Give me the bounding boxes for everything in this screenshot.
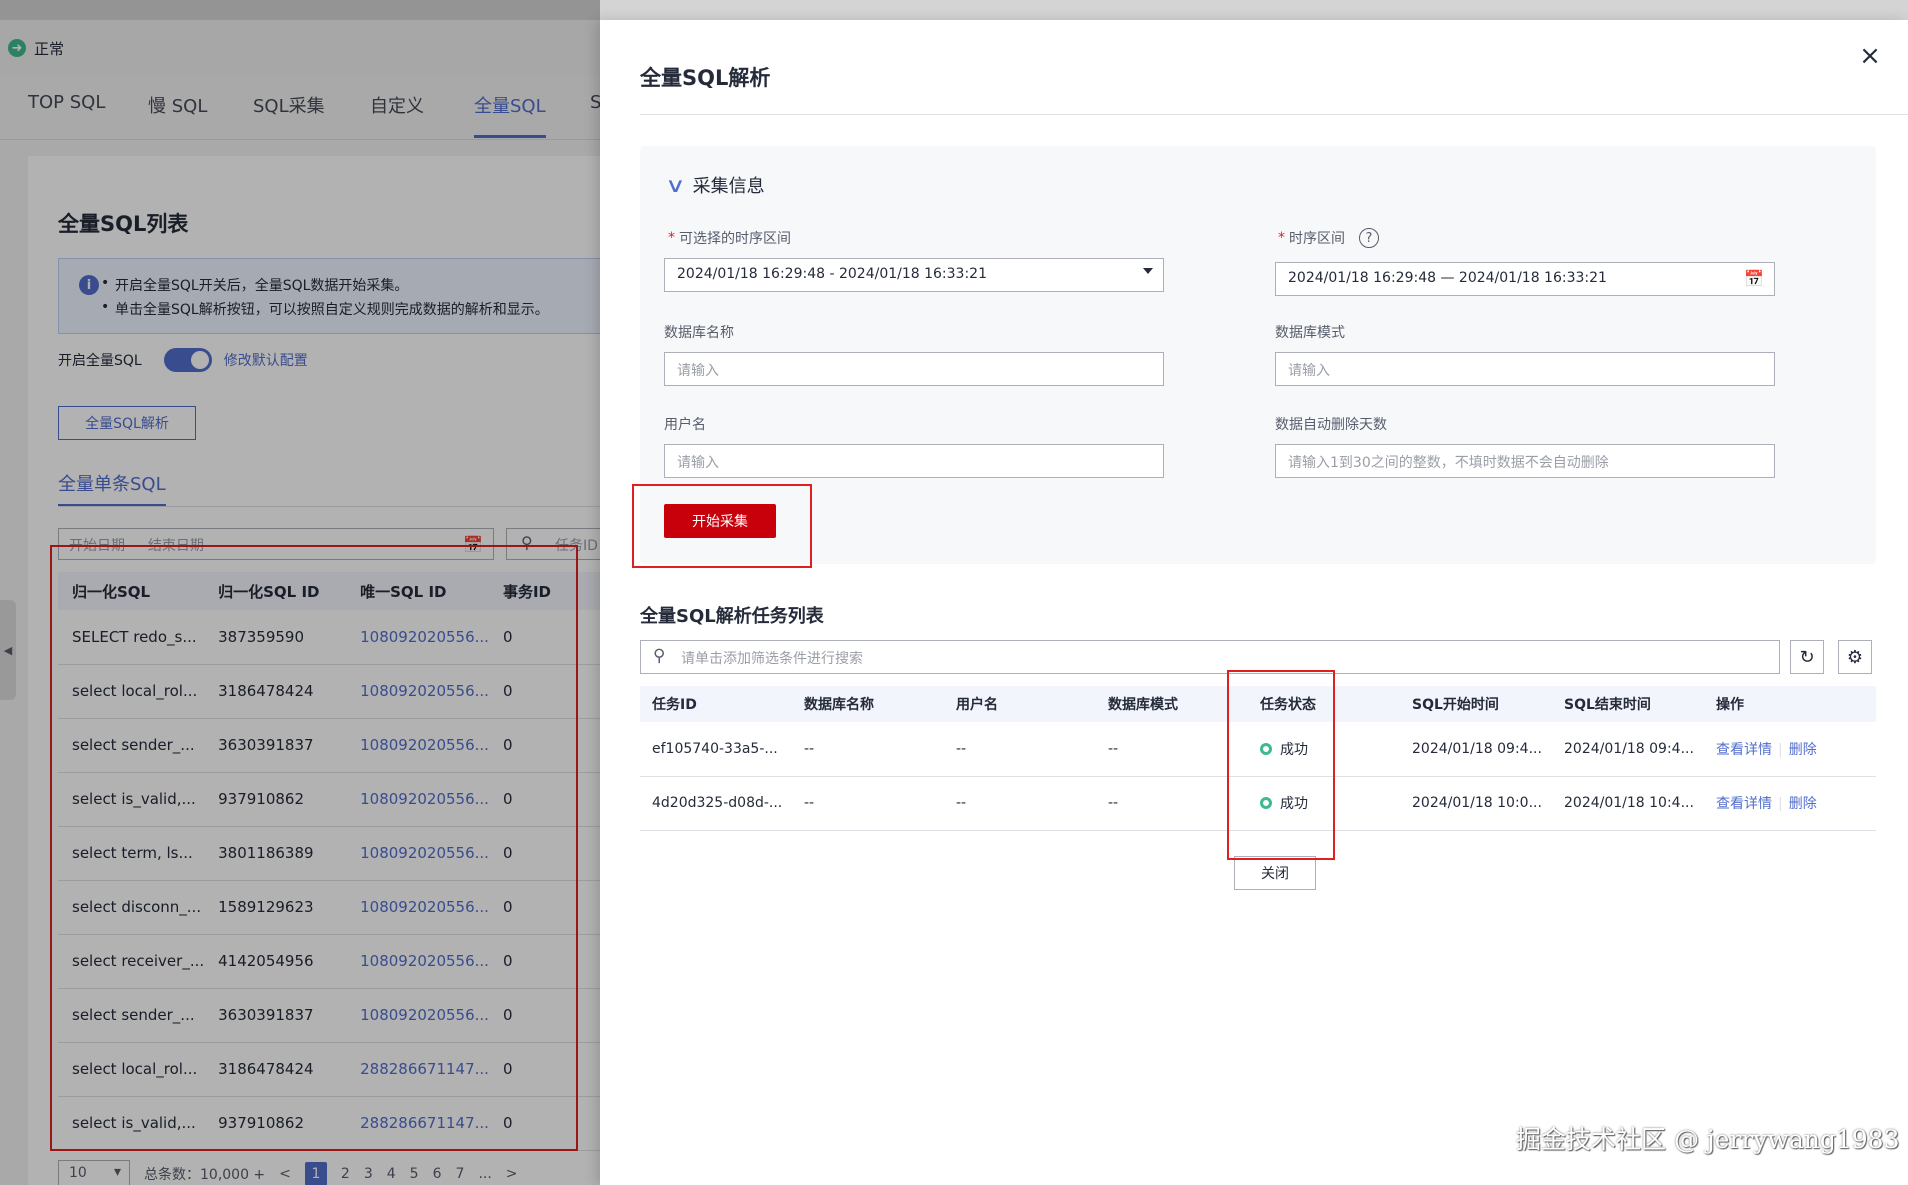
cell-sql-start: 2024/01/18 09:4... — [1400, 722, 1552, 777]
cell-sql-end: 2024/01/18 10:4... — [1552, 776, 1704, 831]
db-name-input[interactable]: 请输入 — [664, 352, 1164, 386]
help-icon[interactable]: ? — [1359, 228, 1379, 248]
close-icon[interactable]: × — [1854, 40, 1886, 72]
cell-username: -- — [944, 776, 1096, 831]
col-task-id: 任务ID — [640, 686, 792, 722]
task-list-title: 全量SQL解析任务列表 — [640, 606, 824, 627]
modal-overlay[interactable] — [0, 0, 600, 1185]
cell-db-schema: -- — [1096, 776, 1248, 831]
cell-task-id: ef105740-33a5-... — [640, 722, 792, 777]
time-range-value: 2024/01/18 16:29:48 — 2024/01/18 16:33:2… — [1288, 270, 1607, 286]
cell-actions: 查看详情 | 删除 — [1704, 722, 1876, 777]
cell-username: -- — [944, 722, 1096, 777]
delete-link[interactable]: 删除 — [1789, 796, 1817, 812]
chevron-down-icon: ∨ — [665, 173, 686, 197]
required-mark: * — [1278, 230, 1285, 246]
range-label: * 时序区间 ? — [1278, 228, 1379, 248]
settings-gear-icon[interactable]: ⚙ — [1838, 640, 1872, 674]
collect-info-panel: ∨ 采集信息 * 可选择的时序区间 2024/01/18 16:29:48 - … — [640, 146, 1876, 564]
col-db-schema: 数据库模式 — [1096, 686, 1248, 722]
drawer-title: 全量SQL解析 — [640, 66, 771, 90]
col-sql-start: SQL开始时间 — [1400, 686, 1552, 722]
task-filter-placeholder: 请单击添加筛选条件进行搜索 — [681, 651, 863, 667]
db-schema-input[interactable]: 请输入 — [1275, 352, 1775, 386]
delete-link[interactable]: 删除 — [1789, 742, 1817, 758]
drawer-divider — [640, 114, 1908, 115]
refresh-icon[interactable]: ↻ — [1790, 640, 1824, 674]
username-label: 用户名 — [664, 417, 706, 433]
full-sql-parse-drawer: 全量SQL解析 × ∨ 采集信息 * 可选择的时序区间 2024/01/18 1… — [600, 20, 1908, 1185]
range-label-text: 时序区间 — [1289, 231, 1345, 247]
action-separator: | — [1778, 796, 1783, 812]
optional-range-label: * 可选择的时序区间 — [668, 228, 791, 248]
annotation-box-status — [1227, 670, 1335, 860]
auto-delete-days-input[interactable]: 请输入1到30之间的整数，不填时数据不会自动删除 — [1275, 444, 1775, 478]
search-icon: ⚲ — [653, 646, 666, 666]
task-filter-search[interactable]: ⚲ 请单击添加筛选条件进行搜索 — [640, 640, 1780, 674]
col-username: 用户名 — [944, 686, 1096, 722]
db-schema-label: 数据库模式 — [1275, 325, 1345, 341]
optional-range-select[interactable]: 2024/01/18 16:29:48 - 2024/01/18 16:33:2… — [664, 258, 1164, 292]
time-range-picker[interactable]: 2024/01/18 16:29:48 — 2024/01/18 16:33:2… — [1275, 262, 1775, 296]
cell-task-id: 4d20d325-d08d-... — [640, 776, 792, 831]
action-separator: | — [1778, 741, 1783, 758]
required-mark: * — [668, 230, 675, 246]
collect-info-title: 采集信息 — [692, 176, 765, 197]
cell-db-name: -- — [792, 722, 944, 777]
optional-range-value: 2024/01/18 16:29:48 - 2024/01/18 16:33:2… — [677, 266, 987, 282]
view-details-link[interactable]: 查看详情 — [1716, 796, 1772, 812]
col-actions: 操作 — [1704, 686, 1876, 722]
cell-db-name: -- — [792, 776, 944, 831]
calendar-icon: 📅 — [1744, 269, 1764, 288]
col-sql-end: SQL结束时间 — [1552, 686, 1704, 722]
cell-actions: 查看详情 | 删除 — [1704, 776, 1876, 831]
cell-sql-start: 2024/01/18 10:0... — [1400, 776, 1552, 831]
watermark-text: 掘金技术社区 @ jerrywang1983 — [1516, 1125, 1900, 1154]
auto-delete-label: 数据自动删除天数 — [1275, 417, 1387, 433]
annotation-box-start — [632, 484, 812, 568]
col-db-name: 数据库名称 — [792, 686, 944, 722]
collect-info-header[interactable]: ∨ 采集信息 — [665, 172, 765, 198]
optional-range-label-text: 可选择的时序区间 — [679, 231, 791, 247]
view-details-link[interactable]: 查看详情 — [1716, 742, 1772, 758]
chevron-down-icon — [1143, 268, 1153, 274]
cell-db-schema: -- — [1096, 722, 1248, 777]
cell-sql-end: 2024/01/18 09:4... — [1552, 722, 1704, 777]
db-name-label: 数据库名称 — [664, 325, 734, 341]
close-button[interactable]: 关闭 — [1234, 856, 1316, 890]
username-input[interactable]: 请输入 — [664, 444, 1164, 478]
